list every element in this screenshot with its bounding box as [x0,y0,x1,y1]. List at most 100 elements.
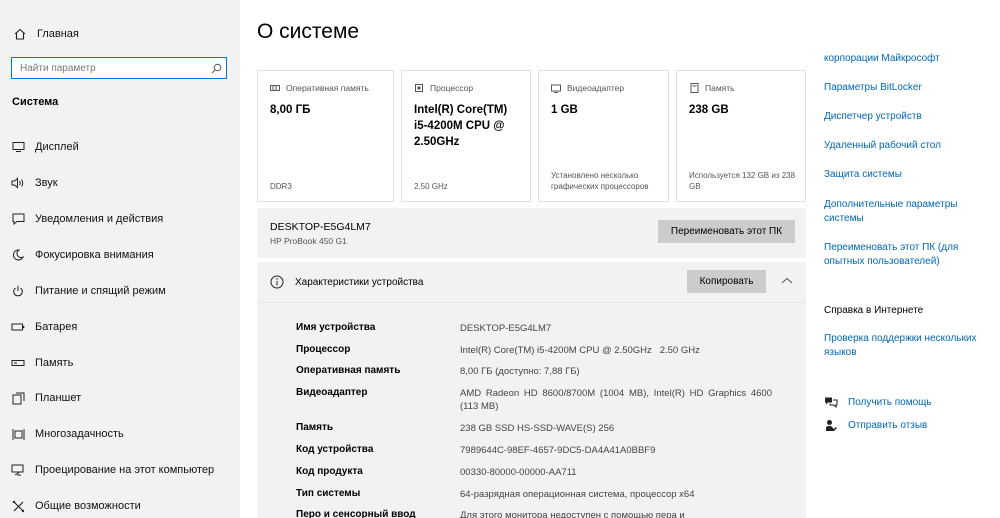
notifications-icon [11,212,25,226]
chevron-up-icon[interactable] [779,274,795,288]
cpu-icon [414,83,424,93]
sidebar-item-label: Звук [35,177,58,189]
shared-icon [11,499,25,513]
projecting-icon [11,463,25,477]
spec-value: Intel(R) Core(TM) i5-4200M CPU @ 2.50GHz… [460,345,700,356]
card-footer: Используется 132 GB из 238 GB [689,171,796,191]
device-model: HP ProBook 450 G1 [270,236,347,246]
sidebar-item-display[interactable]: Дисплей [0,130,240,164]
section-title: Система [12,96,59,108]
card-value: 8,00 ГБ [270,104,311,116]
card-label: Видеоадаптер [567,83,625,93]
nav-home[interactable]: Главная [12,24,79,44]
sidebar-item-projecting[interactable]: Проецирование на этот компьютер [0,453,240,487]
link-bitlocker[interactable]: Параметры BitLocker [824,81,994,95]
device-specs-header[interactable]: Характеристики устройства Копировать [257,262,806,302]
search-input[interactable] [12,58,206,78]
gpu-icon [551,83,561,93]
link-device-manager[interactable]: Диспетчер устройств [824,110,994,124]
card-footer: Установлено несколько графических процес… [551,171,649,191]
spec-key: Видеоадаптер [296,387,368,398]
ram-card: Оперативная память 8,00 ГБ DDR3 [257,70,394,202]
sidebar-item-notifications[interactable]: Уведомления и действия [0,202,240,236]
card-value: 238 GB [689,104,729,116]
card-label: Оперативная память [286,83,369,93]
storage-icon [11,356,25,370]
link-system-protection[interactable]: Защита системы [824,168,994,182]
feedback-link[interactable]: Отправить отзыв [824,418,927,432]
link-advanced-settings[interactable]: Дополнительные параметры системы [824,198,994,226]
spec-value: 7989644C-98EF-4657-9DC5-DA4A41A0BBF9 [460,445,656,456]
sidebar-item-label: Фокусировка внимания [35,249,154,261]
device-name: DESKTOP-E5G4LM7 [270,221,371,233]
card-label: Память [705,83,735,93]
copy-button[interactable]: Копировать [687,270,766,293]
card-value: 1 GB [551,104,578,116]
feedback-label: Отправить отзыв [848,419,928,431]
tablet-icon [11,391,25,405]
sidebar-item-multitasking[interactable]: Многозадачность [0,417,240,451]
device-specs-panel: Характеристики устройства Копировать Имя… [257,262,806,518]
spec-key: Тип системы [296,488,361,499]
display-icon [11,140,25,154]
sidebar-item-focus[interactable]: Фокусировка внимания [0,238,240,272]
get-help-link[interactable]: Получить помощь [824,395,932,409]
feedback-icon [824,418,838,432]
sidebar-item-label: Общие возможности [35,500,141,512]
sidebar-item-battery[interactable]: Батарея [0,310,240,344]
sidebar-item-shared-experiences[interactable]: Общие возможности [0,489,240,518]
link-rename-advanced[interactable]: Переименовать этот ПК (для опытных польз… [824,241,994,269]
sidebar-item-label: Планшет [35,392,82,404]
divider [257,302,806,303]
info-icon [270,275,284,289]
help-header: Справка в Интернете [824,305,924,316]
spec-value: DESKTOP-E5G4LM7 [460,323,552,334]
spec-key: Оперативная память [296,365,401,376]
nav-home-label: Главная [37,28,79,40]
card-label: Процессор [430,83,474,93]
link-microsoft-services[interactable]: корпорации Майкрософт [824,52,994,66]
spec-value: AMD Radeon HD 8600/8700M (1004 MB), Inte… [460,388,772,412]
rename-pc-button[interactable]: Переименовать этот ПК [658,220,795,243]
device-specs-title: Характеристики устройства [295,277,424,288]
get-help-label: Получить помощь [848,396,932,408]
device-name-bar: DESKTOP-E5G4LM7 HP ProBook 450 G1 Переим… [257,208,806,258]
spec-value: 8,00 ГБ (доступно: 7,88 ГБ) [460,366,580,377]
spec-key: Перо и сенсорный ввод [296,509,416,518]
spec-value: 64-разрядная операционная система, проце… [460,489,695,500]
sidebar-item-storage[interactable]: Память [0,346,240,380]
spec-value: Для этого монитора недоступен с помощью … [460,510,685,518]
spec-key: Код устройства [296,444,374,455]
spec-value: 00330-80000-00000-AA711 [460,467,577,478]
sidebar-item-power[interactable]: Питание и спящий режим [0,274,240,308]
sidebar-item-label: Батарея [35,321,78,333]
search-icon[interactable] [206,63,226,74]
cpu-card: Процессор Intel(R) Core(TM) i5-4200M CPU… [401,70,531,202]
card-footer: 2.50 GHz [414,182,448,191]
disk-icon [689,83,699,93]
sidebar: Главная Система Дисплей Звук Уведомления… [0,0,240,518]
sidebar-item-label: Уведомления и действия [35,213,164,225]
ram-icon [270,83,280,93]
power-icon [11,284,25,298]
storage-card: Память 238 GB Используется 132 GB из 238… [676,70,806,202]
sidebar-item-sound[interactable]: Звук [0,166,240,200]
spec-key: Процессор [296,344,351,355]
battery-icon [11,320,25,334]
page-title: О системе [257,20,360,43]
spec-value: 238 GB SSD HS-SSD-WAVE(S) 256 [460,423,615,434]
sidebar-item-label: Дисплей [35,141,79,153]
multitasking-icon [11,427,25,441]
home-icon [12,26,28,42]
moon-icon [11,248,25,262]
link-remote-desktop[interactable]: Удаленный рабочий стол [824,139,994,153]
sidebar-item-tablet[interactable]: Планшет [0,381,240,415]
spec-key: Память [296,422,334,433]
link-language-support[interactable]: Проверка поддержки нескольких языков [824,332,994,360]
chat-help-icon [824,395,838,409]
speaker-icon [11,176,25,190]
sidebar-item-label: Питание и спящий режим [35,285,166,297]
sidebar-item-label: Память [35,357,74,369]
card-value: Intel(R) Core(TM) i5-4200M CPU @ 2.50GHz [414,104,508,148]
search-box[interactable] [11,57,227,79]
